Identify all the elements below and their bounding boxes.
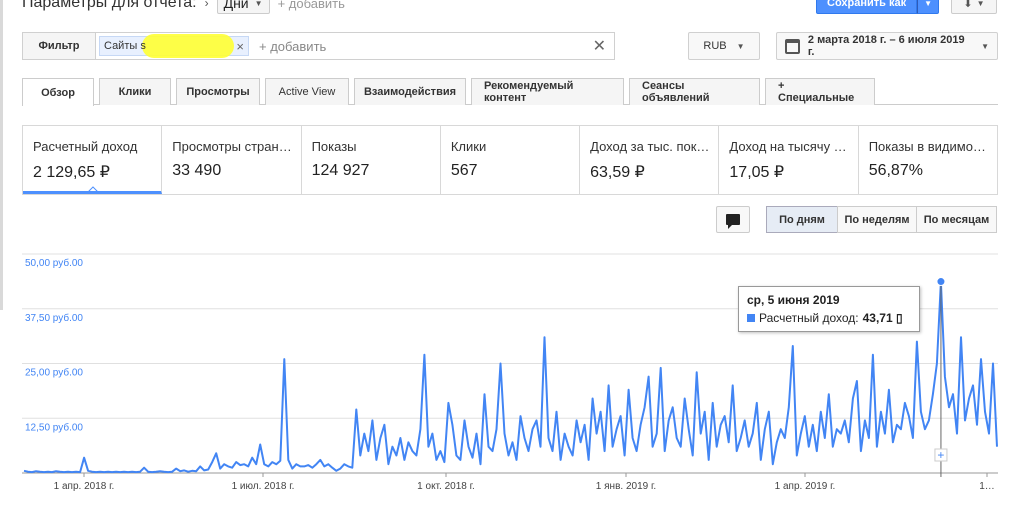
tooltip-series-label: Расчетный доход: bbox=[759, 311, 859, 325]
tab-views[interactable]: Просмотры bbox=[176, 78, 260, 105]
x-tick-label: 1 апр. 2019 г. bbox=[775, 481, 836, 492]
filter-chip-label: Сайты s bbox=[104, 40, 146, 52]
tab-ad-sessions[interactable]: Сеансы объявлений bbox=[629, 78, 760, 105]
granularity-toggle: По дням По неделям По месяцам bbox=[766, 206, 997, 233]
y-tick-label: 12,50 руб.00 bbox=[25, 421, 83, 433]
tab-custom[interactable]: + Специальные bbox=[765, 78, 875, 105]
chevron-down-icon: ▼ bbox=[254, 0, 263, 8]
tab-active-view[interactable]: Active View bbox=[265, 78, 349, 105]
series-swatch bbox=[747, 314, 755, 322]
tab-overview[interactable]: Обзор bbox=[22, 78, 94, 106]
filter-add-input[interactable]: + добавить bbox=[259, 39, 326, 54]
metric-value: 33 490 bbox=[172, 162, 222, 179]
granularity-monthly-button[interactable]: По месяцам bbox=[916, 206, 997, 233]
metrics-scorecard: Расчетный доход 2 129,65 ₽ Просмотры стр… bbox=[22, 125, 998, 195]
chevron-down-icon: ▼ bbox=[736, 41, 745, 51]
metric-label: Доход за тыс. пок… bbox=[590, 139, 710, 154]
save-as-button[interactable]: Сохранить как bbox=[816, 0, 918, 14]
chevron-down-icon: ▼ bbox=[976, 0, 985, 8]
metric-label: Расчетный доход bbox=[33, 139, 138, 154]
comment-icon bbox=[726, 214, 740, 229]
tab-recommended-content[interactable]: Рекомендуемый контент bbox=[471, 78, 624, 105]
granularity-daily-button[interactable]: По дням bbox=[766, 206, 838, 233]
metric-value: 17,05 ₽ bbox=[729, 164, 785, 181]
metric-clicks[interactable]: Клики 567 bbox=[441, 126, 581, 194]
metric-impressions[interactable]: Показы 124 927 bbox=[302, 126, 441, 194]
currency-dropdown[interactable]: RUB ▼ bbox=[688, 32, 760, 60]
annotations-button[interactable] bbox=[716, 206, 750, 233]
report-title: Параметры для отчета: bbox=[22, 0, 197, 11]
granularity-weekly-button[interactable]: По неделям bbox=[837, 206, 917, 233]
tooltip-date: ср, 5 июня 2019 bbox=[747, 293, 840, 307]
tooltip-row: Расчетный доход: 43,71 ▯ bbox=[747, 311, 911, 325]
date-range-value: 2 марта 2018 г. – 6 июля 2019 г. bbox=[807, 34, 965, 58]
filter-bar: Фильтр Сайты s × + добавить ✕ bbox=[22, 32, 615, 60]
metric-value: 63,59 ₽ bbox=[590, 164, 645, 181]
metric-label: Клики bbox=[450, 139, 487, 154]
currency-value: RUB bbox=[703, 40, 727, 52]
y-tick-label: 50,00 руб.00 bbox=[25, 257, 83, 269]
tab-clicks[interactable]: Клики bbox=[99, 78, 171, 105]
download-button[interactable]: ⬇ ▼ bbox=[951, 0, 997, 14]
calendar-icon bbox=[785, 38, 800, 54]
add-dimension-link[interactable]: + добавить bbox=[278, 0, 345, 11]
metric-rpm[interactable]: Доход на тысячу … 17,05 ₽ bbox=[719, 126, 859, 194]
report-params-bar: Параметры для отчета: › Дни ▼ + добавить bbox=[22, 0, 345, 14]
metric-label: Доход на тысячу … bbox=[729, 139, 847, 154]
hover-point bbox=[936, 277, 946, 287]
y-tick-label: 37,50 руб.00 bbox=[25, 312, 83, 324]
metric-value: 2 129,65 ₽ bbox=[33, 164, 110, 181]
report-tabs: Обзор Клики Просмотры Active View Взаимо… bbox=[22, 78, 998, 106]
metric-label: Показы bbox=[311, 139, 357, 154]
metric-page-views[interactable]: Просмотры стран… 33 490 bbox=[162, 126, 302, 194]
save-as-group: Сохранить как ▼ bbox=[816, 0, 940, 14]
tooltip-value: 43,71 ▯ bbox=[862, 311, 903, 325]
save-as-caret-icon[interactable]: ▼ bbox=[917, 0, 940, 14]
chevron-down-icon: ▼ bbox=[981, 41, 989, 51]
y-tick-label: 25,00 руб.00 bbox=[25, 367, 83, 379]
active-notch-icon bbox=[88, 186, 98, 191]
chevron-right-icon: › bbox=[204, 0, 209, 10]
plus-icon: + bbox=[937, 448, 944, 462]
tab-interactions[interactable]: Взаимодействия bbox=[354, 78, 466, 105]
chart-tooltip: ср, 5 июня 2019 Расчетный доход: 43,71 ▯ bbox=[738, 286, 920, 332]
metric-rpm-impressions[interactable]: Доход за тыс. пок… 63,59 ₽ bbox=[580, 126, 720, 194]
dimension-dropdown[interactable]: Дни ▼ bbox=[216, 0, 270, 14]
metric-label: Показы в видимо… bbox=[868, 139, 986, 154]
date-range-picker[interactable]: 2 марта 2018 г. – 6 июля 2019 г. ▼ bbox=[776, 32, 998, 60]
metric-estimated-revenue[interactable]: Расчетный доход 2 129,65 ₽ bbox=[23, 126, 163, 194]
metric-viewable-impressions[interactable]: Показы в видимо… 56,87% bbox=[859, 126, 997, 194]
x-tick-label: 1 окт. 2018 г. bbox=[417, 481, 475, 492]
metric-value: 56,87% bbox=[868, 162, 923, 179]
metric-value: 567 bbox=[450, 162, 478, 179]
download-icon: ⬇ bbox=[963, 0, 973, 10]
clear-filter-icon[interactable]: ✕ bbox=[593, 36, 606, 56]
filter-chip[interactable]: Сайты s × bbox=[99, 34, 249, 58]
revenue-line-chart[interactable]: 12,50 руб.00 25,00 руб.00 37,50 руб.00 50,0… bbox=[0, 240, 1020, 513]
x-tick-label: 1… bbox=[979, 481, 995, 492]
redaction-highlight bbox=[142, 34, 234, 58]
filter-label[interactable]: Фильтр bbox=[23, 33, 96, 59]
metric-value: 124 927 bbox=[311, 162, 370, 179]
metric-label: Просмотры стран… bbox=[172, 139, 292, 154]
x-tick-label: 1 апр. 2018 г. bbox=[54, 481, 115, 492]
x-tick-label: 1 янв. 2019 г. bbox=[596, 481, 656, 492]
x-tick-label: 1 июл. 2018 г. bbox=[232, 481, 295, 492]
close-icon[interactable]: × bbox=[236, 39, 244, 54]
dimension-value: Дни bbox=[223, 0, 249, 11]
